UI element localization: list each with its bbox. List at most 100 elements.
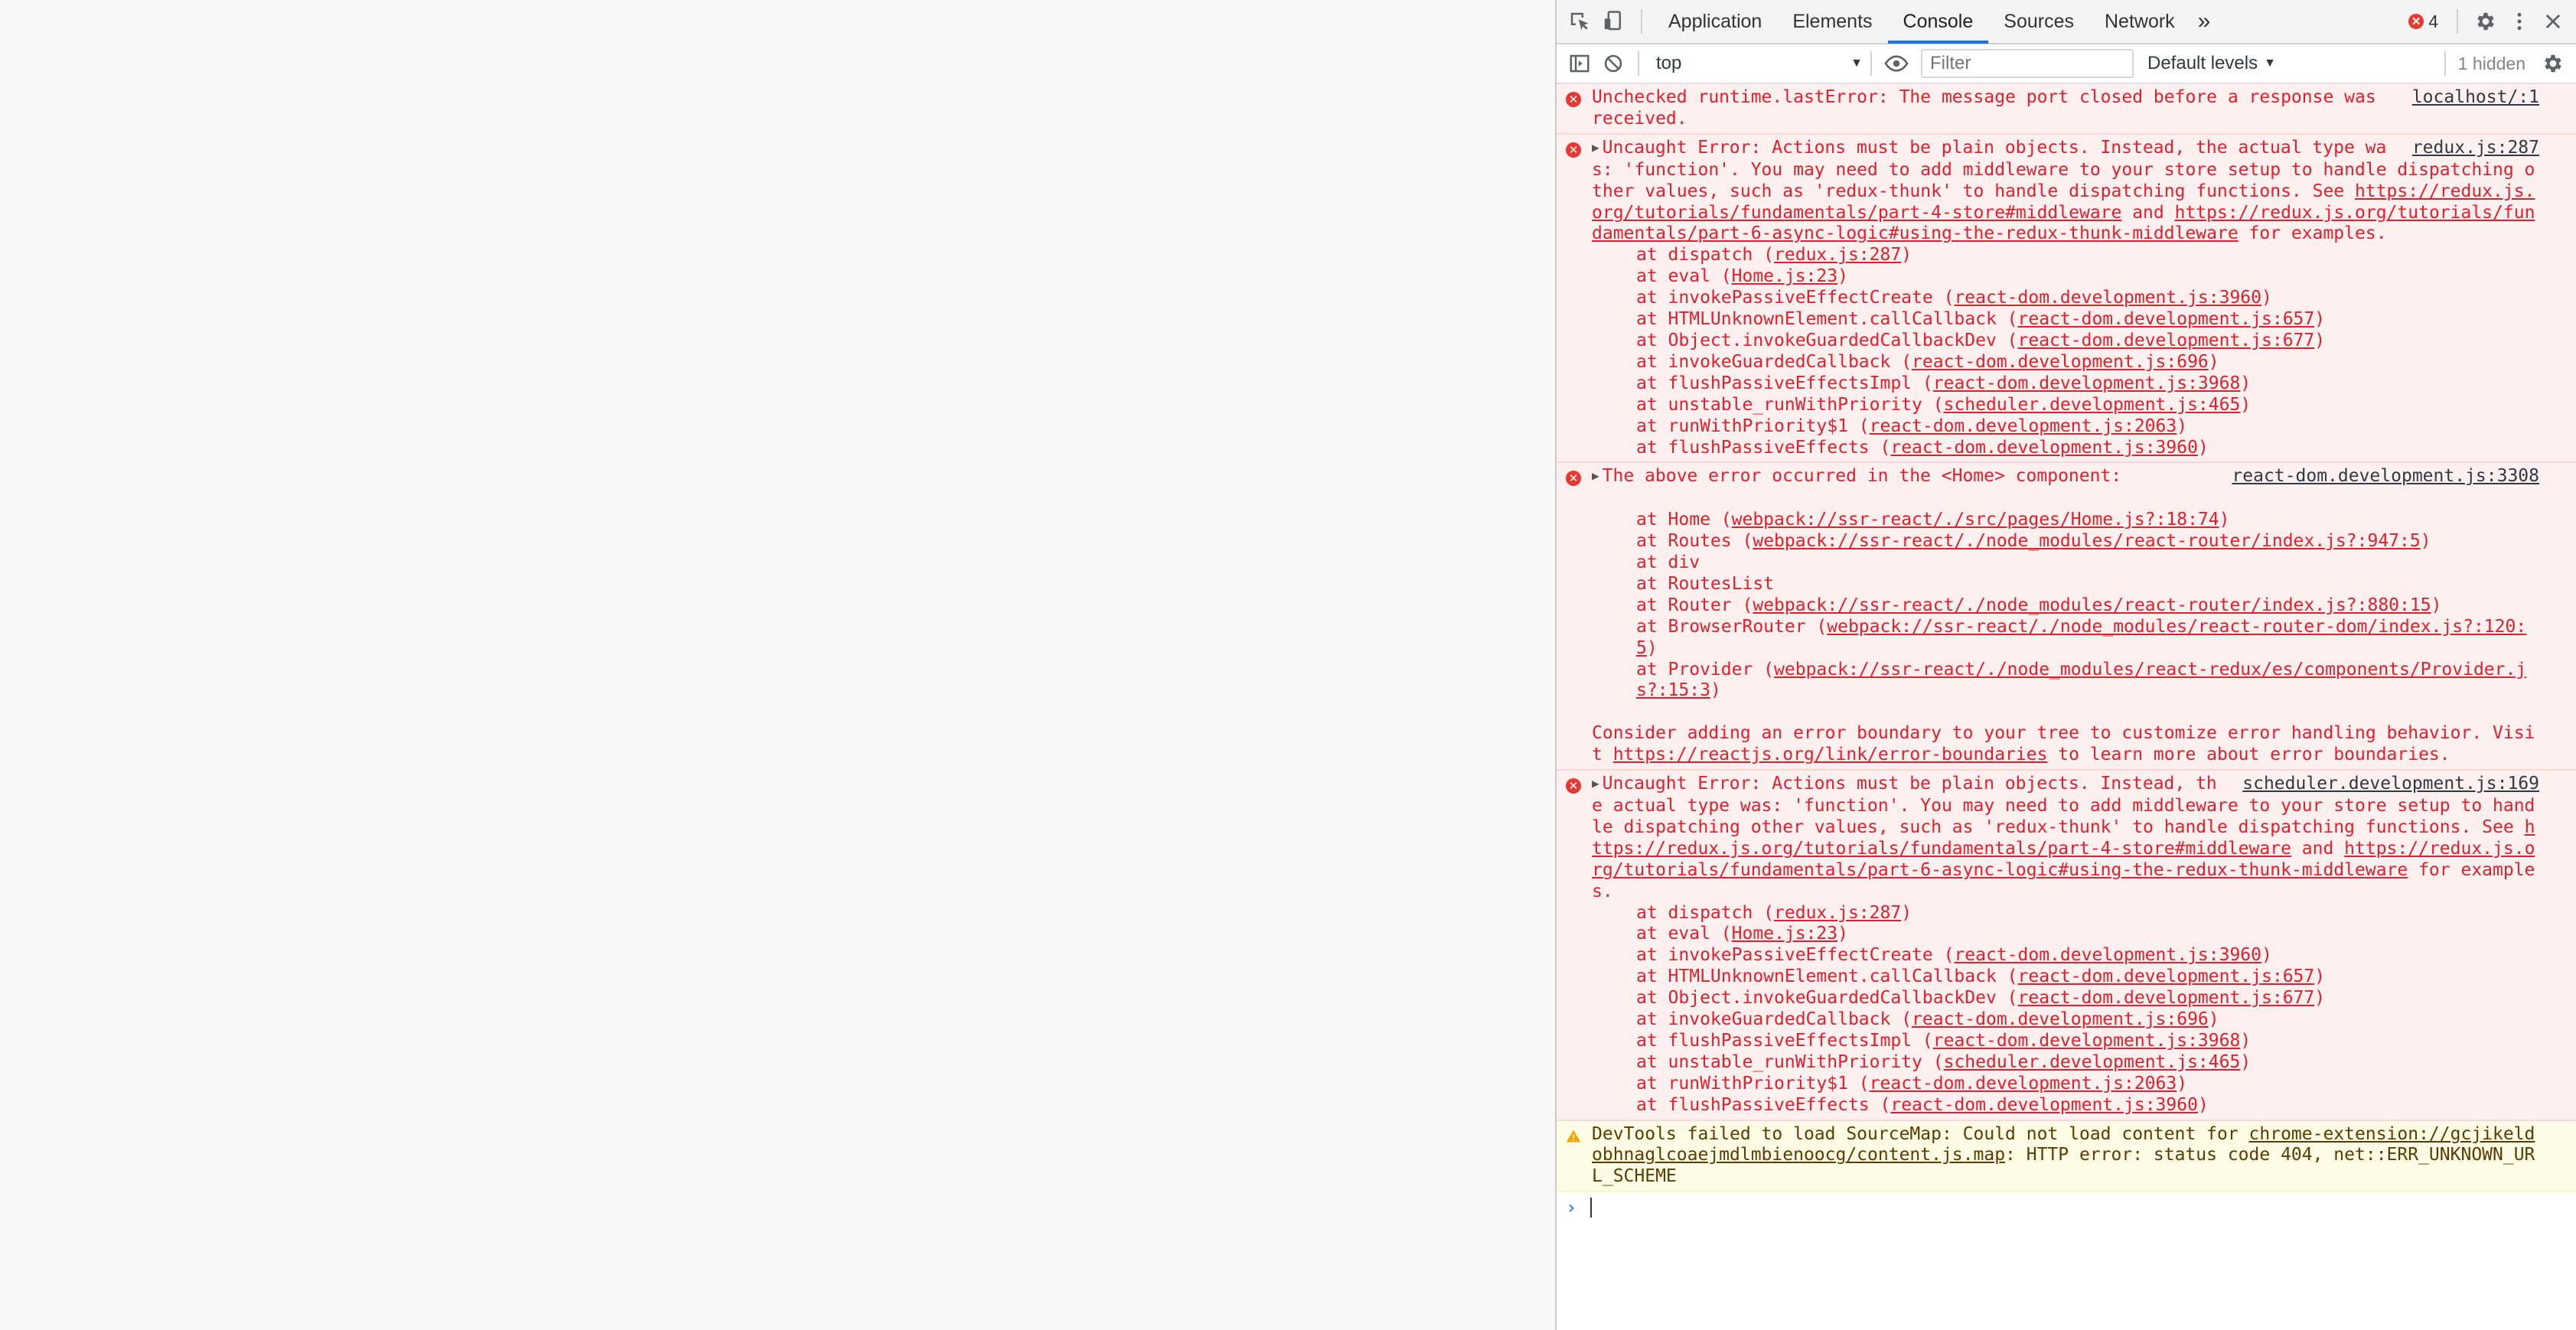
stack-frame: at RoutesList <box>1636 573 1775 594</box>
tab-sources[interactable]: Sources <box>1988 0 2089 44</box>
stack-frame: at invokePassiveEffectCreate (react-dom.… <box>1636 945 2272 966</box>
stack-function: Home <box>1668 510 1710 530</box>
prompt-chevron-icon: › <box>1566 1197 1577 1219</box>
tab-elements[interactable]: Elements <box>1777 0 1887 44</box>
hidden-count: 1 hidden <box>2457 53 2525 73</box>
stack-location-link[interactable]: react-dom.development.js:696 <box>1912 352 2209 372</box>
stack-function: unstable_runWithPriority <box>1668 1051 1922 1072</box>
source-link[interactable]: scheduler.development.js:169 <box>2242 774 2539 795</box>
stack-location-link[interactable]: scheduler.development.js:465 <box>1944 395 2241 415</box>
inspect-element-icon[interactable] <box>1563 5 1596 38</box>
console-error-message: ✕ scheduler.development.js:169 ▶ Uncaught E… <box>1557 771 2576 1121</box>
source-link[interactable]: redux.js:287 <box>2412 138 2539 159</box>
page-viewport[interactable] <box>0 0 1555 1330</box>
stack-frame: at runWithPriority$1 (react-dom.developm… <box>1636 416 2188 436</box>
stack-function: runWithPriority$1 <box>1668 1073 1848 1094</box>
expand-triangle-icon[interactable]: ▶ <box>1592 776 1599 791</box>
console-warning-message: DevTools failed to load SourceMap: Could… <box>1557 1120 2576 1193</box>
log-levels-dropdown[interactable]: Default levels ▼ <box>2147 53 2276 74</box>
stack-location-link[interactable]: Home.js:23 <box>1732 924 1837 944</box>
console-prompt[interactable]: › <box>1557 1192 2576 1223</box>
tab-network[interactable]: Network <box>2089 0 2190 44</box>
stack-function: invokePassiveEffectCreate <box>1668 288 1933 308</box>
filter-input[interactable] <box>1921 49 2134 78</box>
stack-location-link[interactable]: react-dom.development.js:2063 <box>1870 416 2177 436</box>
tab-console[interactable]: Console <box>1887 0 1989 44</box>
expand-triangle-icon[interactable]: ▶ <box>1592 140 1599 155</box>
message-text: for examples. <box>2238 223 2387 244</box>
message-link[interactable]: https://reactjs.org/link/error-boundarie… <box>1613 745 2048 764</box>
expand-triangle-icon[interactable]: ▶ <box>1592 468 1599 483</box>
error-count: 4 <box>2428 11 2438 31</box>
console-error-message: ✕ react-dom.development.js:3308 ▶ The above… <box>1557 463 2576 771</box>
stack-location-link[interactable]: react-dom.development.js:3960 <box>1890 438 2198 458</box>
close-icon[interactable] <box>2536 5 2570 38</box>
stack-function: Object.invokeGuardedCallbackDev <box>1668 988 1997 1009</box>
gear-icon[interactable] <box>2469 5 2503 38</box>
stack-function: dispatch <box>1668 902 1753 923</box>
stack-function: invokePassiveEffectCreate <box>1668 945 1933 966</box>
stack-location-link[interactable]: react-dom.development.js:3968 <box>1933 1031 2241 1051</box>
tab-application[interactable]: Application <box>1653 0 1777 44</box>
stack-location-link[interactable]: react-dom.development.js:3968 <box>1933 373 2241 393</box>
stack-frame: at Routes (webpack://ssr-react/./node_mo… <box>1636 531 2431 552</box>
stack-frame: at HTMLUnknownElement.callCallback (reac… <box>1636 309 2326 330</box>
stack-frame: at HTMLUnknownElement.callCallback (reac… <box>1636 967 2326 987</box>
divider <box>2444 51 2446 76</box>
stack-location-link[interactable]: webpack://ssr-react/./node_modules/react… <box>1753 531 2420 551</box>
stack-location-link[interactable]: webpack://ssr-react/./src/pages/Home.js?… <box>1732 510 2219 530</box>
console-messages: ✕ localhost/:1 Unchecked runtime.lastError… <box>1557 84 2576 1193</box>
stack-location-link[interactable]: react-dom.development.js:3960 <box>1954 945 2261 965</box>
sidebar-toggle-icon[interactable] <box>1563 47 1596 80</box>
console-error-message: ✕ localhost/:1 Unchecked runtime.lastError… <box>1557 84 2576 135</box>
stack-function: flushPassiveEffects <box>1668 1094 1870 1115</box>
stack-location-link[interactable]: Home.js:23 <box>1732 266 1837 286</box>
source-link[interactable]: localhost/:1 <box>2412 87 2539 109</box>
stack-location-link[interactable]: redux.js:287 <box>1774 245 1901 265</box>
stack-function: eval <box>1668 266 1710 287</box>
error-icon: ✕ <box>1566 142 1581 158</box>
stack-frame: at flushPassiveEffects (react-dom.develo… <box>1636 437 2209 458</box>
stack-frame: at div <box>1636 553 1700 573</box>
devtools-tab-bar: Application Elements Console Sources Network… <box>1557 0 2576 44</box>
stack-function: flushPassiveEffects <box>1668 437 1870 458</box>
console-toolbar: top ▼ Default levels ▼ 1 hidden <box>1557 44 2576 84</box>
stack-frame: at invokeGuardedCallback (react-dom.deve… <box>1636 351 2219 372</box>
stack-frame: at dispatch (redux.js:287) <box>1636 245 1912 266</box>
stack-location-link[interactable]: react-dom.development.js:677 <box>2018 988 2315 1008</box>
eye-icon[interactable] <box>1880 47 1913 80</box>
context-select[interactable]: top ▼ <box>1647 53 1870 74</box>
message-text: and <box>2291 838 2345 859</box>
stack-function: HTMLUnknownElement.callCallback <box>1668 309 1997 330</box>
stack-location-link[interactable]: react-dom.development.js:2063 <box>1870 1074 2177 1094</box>
stack-location-link[interactable]: react-dom.development.js:3960 <box>1954 288 2261 308</box>
message-text: and <box>2121 202 2175 223</box>
stack-location-link[interactable]: react-dom.development.js:677 <box>2018 331 2315 350</box>
stack-location-link[interactable]: webpack://ssr-react/./node_modules/react… <box>1636 660 2526 701</box>
log-levels-label: Default levels <box>2147 53 2258 73</box>
stack-function: flushPassiveEffectsImpl <box>1668 1030 1912 1051</box>
message-footer: Consider adding an error boundary to you… <box>1592 723 2539 766</box>
stack-location-link[interactable]: react-dom.development.js:3960 <box>1890 1095 2198 1115</box>
console-settings-gear-icon[interactable] <box>2536 47 2570 80</box>
stack-location-link[interactable]: redux.js:287 <box>1774 903 1901 923</box>
divider <box>1638 51 1639 76</box>
console-error-message: ✕ redux.js:287 ▶ Uncaught Error: Actions mu… <box>1557 134 2576 464</box>
stack-location-link[interactable]: webpack://ssr-react/./node_modules/react… <box>1753 595 2431 615</box>
context-value: top <box>1656 53 1682 73</box>
stack-location-link[interactable]: scheduler.development.js:465 <box>1944 1052 2241 1072</box>
more-tabs-button[interactable]: » <box>2190 0 2219 44</box>
stack-frame: at Object.invokeGuardedCallbackDev (reac… <box>1636 988 2326 1009</box>
stack-frame: at BrowserRouter (webpack://ssr-react/./… <box>1636 616 2527 658</box>
error-count-badge[interactable]: ✕ 4 <box>2408 11 2438 32</box>
dropdown-arrow-icon: ▼ <box>2264 57 2276 70</box>
stack-location-link[interactable]: react-dom.development.js:696 <box>1912 1009 2209 1029</box>
stack-location-link[interactable]: react-dom.development.js:657 <box>2018 309 2315 329</box>
stack-location-link[interactable]: react-dom.development.js:657 <box>2018 967 2315 986</box>
stack-function: flushPassiveEffectsImpl <box>1668 373 1912 393</box>
clear-console-icon[interactable] <box>1596 47 1630 80</box>
device-toolbar-icon[interactable] <box>1596 5 1630 38</box>
more-vert-icon[interactable] <box>2503 5 2536 38</box>
text-caret <box>1590 1198 1593 1218</box>
source-link[interactable]: react-dom.development.js:3308 <box>2232 466 2539 487</box>
